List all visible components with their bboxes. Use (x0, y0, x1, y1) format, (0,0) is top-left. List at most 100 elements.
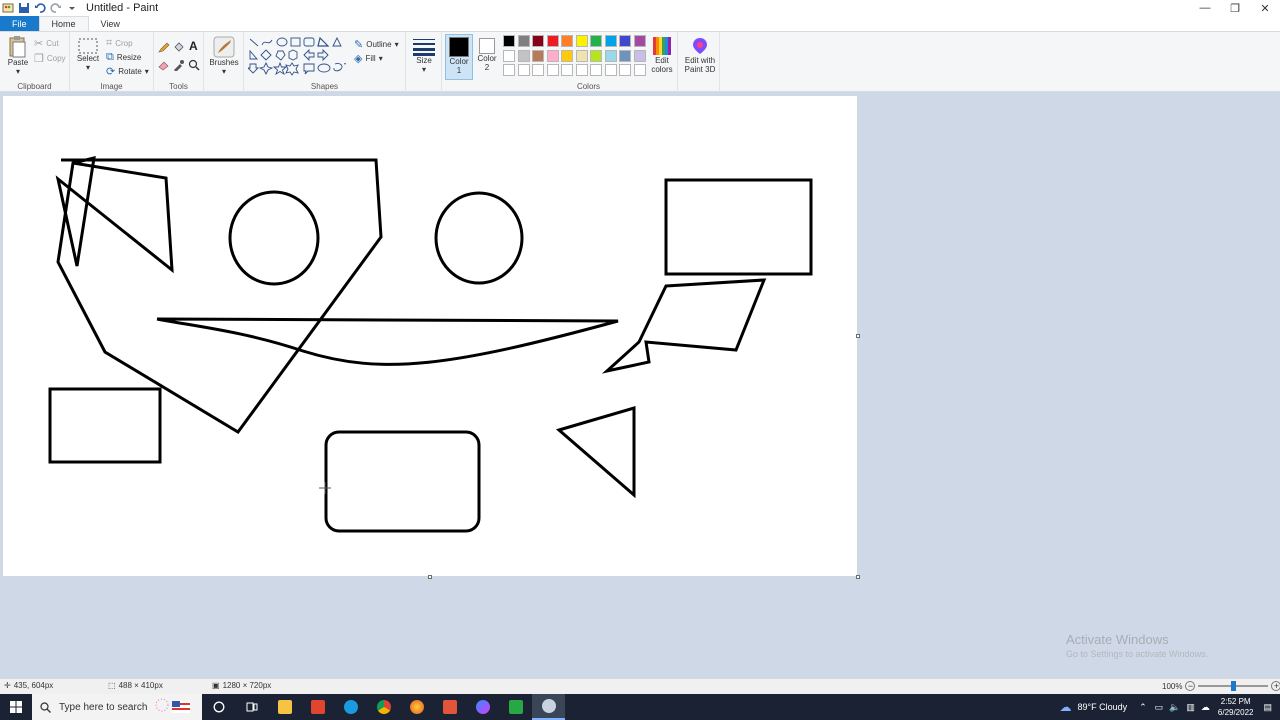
redo-icon[interactable] (50, 2, 62, 14)
rotate-label: Rotate (118, 67, 142, 76)
task-view-icon (246, 702, 257, 712)
edit-colors-label-b: colors (651, 65, 673, 74)
rotate-icon: ⟳ (106, 66, 116, 78)
magnifier-icon[interactable] (188, 59, 200, 71)
taskbar-app-red[interactable] (301, 694, 334, 720)
outline-dropdown[interactable]: ✎ Outline ▾ (354, 38, 399, 51)
size-dropdown-icon: ▾ (421, 65, 426, 74)
paint3d-label-b: Paint 3D (684, 65, 716, 74)
network-icon[interactable]: ▥ (1186, 702, 1195, 713)
minimize-button[interactable]: — (1190, 0, 1220, 16)
taskbar-search-box[interactable]: Type here to search (32, 694, 202, 720)
canvas-resize-handle-corner[interactable] (856, 575, 860, 579)
circle-shape-left (228, 190, 320, 286)
windows-logo-icon (10, 701, 22, 713)
cut-button[interactable]: ✂ Cut (34, 37, 59, 50)
zoom-slider-thumb[interactable] (1231, 681, 1237, 691)
select-dropdown-icon: ▾ (85, 63, 90, 72)
customize-quick-access-icon[interactable] (66, 2, 78, 14)
paste-button[interactable]: Paste ▾ (5, 36, 31, 76)
rotate-button[interactable]: ⟳ Rotate ▾ (106, 65, 149, 78)
firefox-button[interactable] (400, 694, 433, 720)
fill-bucket-icon[interactable] (173, 41, 185, 53)
pencil-icon[interactable] (158, 41, 170, 53)
cloud-tray-icon[interactable]: ☁ (1201, 702, 1210, 713)
size-button[interactable]: Size ▾ (411, 38, 437, 74)
activate-windows-subtitle: Go to Settings to activate Windows. (1066, 649, 1209, 659)
color-picker-icon[interactable] (173, 59, 185, 71)
skype-icon (343, 700, 358, 714)
color2-label-a: Color (477, 54, 497, 63)
cursor-position-value: 435, 604px (13, 681, 54, 690)
undo-icon[interactable] (34, 2, 46, 14)
drawing-canvas[interactable] (3, 96, 857, 576)
shapes-group-label: Shapes (310, 82, 339, 91)
color1-label-a: Color (449, 57, 469, 66)
color2-swatch (479, 38, 495, 54)
triangle-shape (555, 405, 636, 499)
resize-button[interactable]: ⧉ Resize (106, 51, 141, 64)
tab-file[interactable]: File (0, 16, 39, 31)
file-explorer-button[interactable] (268, 694, 301, 720)
brushes-dropdown-icon: ▾ (221, 67, 226, 76)
crop-button[interactable]: ⌗ Crop (106, 37, 133, 50)
weather-text[interactable]: 89°F Cloudy (1077, 702, 1127, 712)
messenger-icon (475, 700, 490, 714)
cut-label: Cut (46, 39, 59, 48)
paint3d-group: Edit with Paint 3D (678, 32, 720, 92)
resize-label: Resize (116, 53, 142, 62)
crop-icon: ⌗ (106, 37, 113, 49)
eraser-icon[interactable] (158, 59, 170, 71)
clock[interactable]: 2:52 PM 6/29/2022 (1218, 696, 1254, 718)
chrome-button[interactable] (367, 694, 400, 720)
canvas-resize-handle-bottom[interactable] (428, 575, 432, 579)
brushes-button[interactable]: Brushes ▾ (208, 36, 240, 76)
selection-size-value: 488 × 410px (118, 681, 163, 690)
tray-app-icon[interactable]: ▭ (1155, 702, 1164, 713)
fill-dropdown[interactable]: ◈ Fill ▾ (354, 52, 383, 65)
tray-chevron-icon[interactable]: ⌃ (1139, 702, 1147, 713)
notifications-icon[interactable]: ▤ (1263, 702, 1272, 713)
camtasia-red-button[interactable] (433, 694, 466, 720)
start-button[interactable] (0, 694, 32, 720)
scissors-icon: ✂ (34, 38, 44, 50)
color1-button[interactable]: Color 1 (445, 34, 473, 80)
text-tool-icon[interactable]: A (189, 39, 198, 53)
save-icon[interactable] (18, 2, 30, 14)
zoom-slider[interactable] (1198, 681, 1269, 691)
ribbon-tabs: File Home View (0, 16, 1280, 31)
copy-button[interactable]: ❐ Copy (34, 52, 66, 65)
firefox-icon (409, 700, 424, 714)
canvas-resize-handle-right[interactable] (856, 334, 860, 338)
skype-button[interactable] (334, 694, 367, 720)
search-placeholder: Type here to search (59, 701, 148, 713)
zoom-out-icon[interactable]: − (1185, 681, 1196, 691)
select-button[interactable]: Select ▾ (76, 38, 100, 72)
outline-dropdown-icon: ▾ (394, 40, 399, 49)
volume-icon[interactable]: 🔈 (1169, 702, 1180, 713)
edit-with-paint3d-button[interactable]: Edit with Paint 3D (680, 36, 720, 74)
camtasia-green-button[interactable] (499, 694, 532, 720)
shapes-gallery[interactable] (248, 37, 346, 77)
tools-group-label: Tools (169, 82, 188, 91)
system-tray: ☁ 89°F Cloudy ⌃ ▭ 🔈 ▥ ☁ 2:52 PM 6/29/202… (1059, 694, 1280, 720)
cortana-button[interactable] (202, 694, 235, 720)
clipboard-group: Paste ▾ ✂ Cut ❐ Copy Clipboard (0, 32, 70, 92)
task-view-button[interactable] (235, 694, 268, 720)
selection-size: ⬚ 488 × 410px (108, 681, 163, 690)
zoom-in-icon[interactable]: + (1271, 681, 1280, 691)
close-button[interactable]: ✕ (1250, 0, 1280, 16)
tab-view[interactable]: View (89, 16, 132, 31)
edit-colors-button[interactable]: Edit colors (648, 36, 676, 74)
select-icon (78, 38, 98, 54)
messenger-button[interactable] (466, 694, 499, 720)
rounded-rectangle-shape (324, 430, 481, 533)
size-group: Size ▾ (406, 32, 442, 92)
folder-icon (277, 700, 292, 714)
maximize-button[interactable]: ❐ (1220, 0, 1250, 16)
tab-home[interactable]: Home (38, 16, 89, 31)
color2-button[interactable]: Color 2 (475, 36, 499, 72)
paint-taskbar-icon (541, 699, 556, 713)
ribbon: Paste ▾ ✂ Cut ❐ Copy Clipboard Select ▾ … (0, 31, 1280, 92)
paint-taskbar-button[interactable] (532, 694, 565, 720)
